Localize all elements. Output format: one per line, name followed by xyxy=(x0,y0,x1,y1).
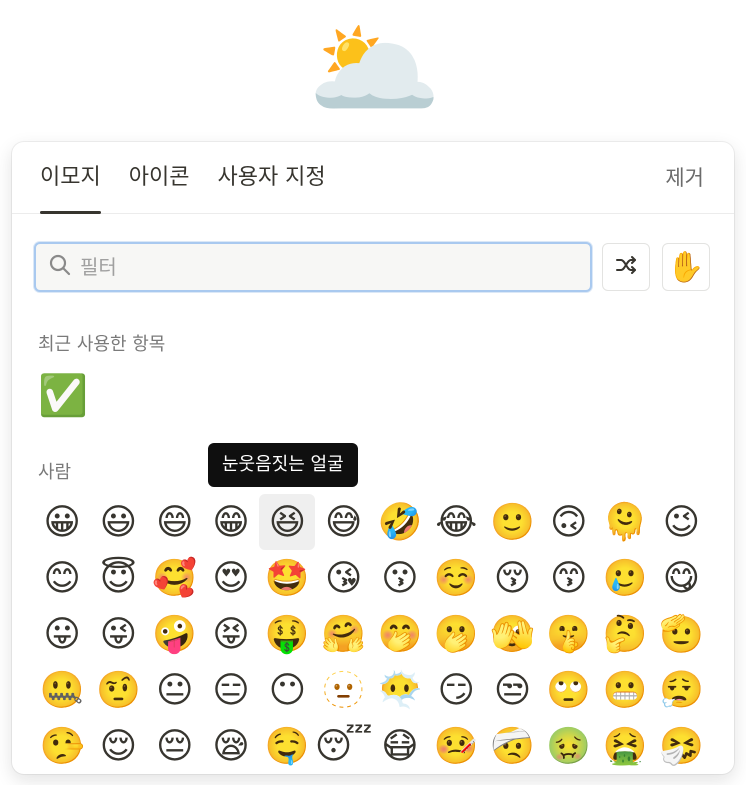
emoji-picker-panel: 이모지 아이콘 사용자 지정 제거 필터 ✋ 최근 사용한 항목 ✅ 사람 😀 … xyxy=(12,142,734,774)
emoji-grid: 😀 😃 😄 😁 😆 😅 🤣 😂 🙂 🙃 🫠 😉 😊 😇 🥰 😍 🤩 😘 😗 ☺️ 😚 😙 🥲 😋 😛 😜 🤪 😝 🤑 🤗 🤭 🫢 🫣 🤫 🤔 🫡 🤐 🤨 😐… xyxy=(34,494,710,774)
emoji-cell[interactable]: 🤫 xyxy=(541,606,597,662)
tab-icons[interactable]: 아이콘 xyxy=(129,142,190,214)
emoji-cell[interactable]: 🤕 xyxy=(484,718,540,774)
emoji-cell[interactable]: 😚 xyxy=(484,550,540,606)
emoji-cell[interactable]: 🙃 xyxy=(541,494,597,550)
emoji-cell[interactable]: 😙 xyxy=(541,550,597,606)
skin-tone-button[interactable]: ✋ xyxy=(662,243,710,291)
emoji-cell[interactable]: 😒 xyxy=(484,662,540,718)
emoji-cell[interactable]: 😁 xyxy=(203,494,259,550)
picker-tabs: 이모지 아이콘 사용자 지정 제거 xyxy=(12,142,734,214)
emoji-cell[interactable]: 🤔 xyxy=(597,606,653,662)
emoji-cell[interactable]: 🤣 xyxy=(372,494,428,550)
raised-hand-icon: ✋ xyxy=(667,249,705,285)
emoji-cell[interactable]: 🫡 xyxy=(653,606,709,662)
emoji-cell[interactable]: 😅 xyxy=(315,494,371,550)
emoji-cell[interactable]: 😏 xyxy=(428,662,484,718)
filter-field[interactable] xyxy=(34,242,592,292)
emoji-cell[interactable]: 🫣 xyxy=(484,606,540,662)
random-emoji-button[interactable] xyxy=(602,243,650,291)
emoji-cell[interactable]: 😜 xyxy=(90,606,146,662)
emoji-cell[interactable]: 😂 xyxy=(428,494,484,550)
emoji-cell[interactable]: 🤢 xyxy=(541,718,597,774)
emoji-cell[interactable]: 🫢 xyxy=(428,606,484,662)
emoji-cell[interactable]: 😘 xyxy=(315,550,371,606)
emoji-cell[interactable]: ☺️ xyxy=(428,550,484,606)
emoji-cell[interactable]: 🙂 xyxy=(484,494,540,550)
recent-emoji[interactable]: ✅ xyxy=(38,370,88,422)
emoji-cell[interactable]: 🤭 xyxy=(372,606,428,662)
emoji-cell[interactable]: 😉 xyxy=(653,494,709,550)
people-section-label: 사람 xyxy=(38,462,72,483)
filter-input[interactable] xyxy=(80,255,560,279)
emoji-cell[interactable]: 😍 xyxy=(203,550,259,606)
tab-emoji[interactable]: 이모지 xyxy=(40,142,101,214)
emoji-cell[interactable]: 🥲 xyxy=(597,550,653,606)
recent-section-label: 최근 사용한 항목 xyxy=(38,334,166,355)
tab-custom[interactable]: 사용자 지정 xyxy=(217,142,325,214)
emoji-cell[interactable]: 😆 xyxy=(259,494,316,550)
emoji-cell[interactable]: 😄 xyxy=(147,494,203,550)
search-row: ✋ xyxy=(34,242,712,292)
remove-button[interactable]: 제거 xyxy=(665,142,704,214)
emoji-cell[interactable]: 😛 xyxy=(34,606,90,662)
emoji-cell[interactable]: 🙄 xyxy=(541,662,597,718)
emoji-cell[interactable]: 😷 xyxy=(372,718,428,774)
emoji-cell[interactable]: 😐 xyxy=(147,662,203,718)
emoji-cell[interactable]: 😶‍🌫️ xyxy=(372,662,428,718)
search-icon xyxy=(48,253,72,281)
emoji-cell[interactable]: 🫥 xyxy=(315,662,371,718)
emoji-cell[interactable]: 🤑 xyxy=(259,606,315,662)
emoji-cell[interactable]: 😌 xyxy=(90,718,146,774)
page-icon[interactable]: 🌥️ xyxy=(300,0,450,140)
emoji-cell[interactable]: 🤒 xyxy=(428,718,484,774)
emoji-cell[interactable]: 😪 xyxy=(203,718,259,774)
emoji-cell[interactable]: 😋 xyxy=(653,550,709,606)
emoji-cell[interactable]: 😬 xyxy=(597,662,653,718)
emoji-cell[interactable]: 🥰 xyxy=(147,550,203,606)
emoji-cell[interactable]: 😇 xyxy=(90,550,146,606)
emoji-cell[interactable]: 😝 xyxy=(203,606,259,662)
emoji-cell[interactable]: 🤮 xyxy=(597,718,653,774)
emoji-cell[interactable]: 🤩 xyxy=(259,550,315,606)
emoji-cell[interactable]: 😔 xyxy=(147,718,203,774)
emoji-cell[interactable]: 😀 xyxy=(34,494,90,550)
emoji-cell[interactable]: 🤗 xyxy=(315,606,371,662)
emoji-cell[interactable]: 🤤 xyxy=(259,718,315,774)
emoji-cell[interactable]: 🫠 xyxy=(597,494,653,550)
emoji-cell[interactable]: 😊 xyxy=(34,550,90,606)
emoji-cell[interactable]: 😃 xyxy=(90,494,146,550)
emoji-cell[interactable]: 😮‍💨 xyxy=(653,662,709,718)
emoji-cell[interactable]: 🤨 xyxy=(90,662,146,718)
emoji-cell[interactable]: 😶 xyxy=(259,662,315,718)
emoji-cell[interactable]: 😑 xyxy=(203,662,259,718)
emoji-cell[interactable]: 🤪 xyxy=(147,606,203,662)
emoji-tooltip: 눈웃음짓는 얼굴 xyxy=(208,443,358,487)
emoji-cell[interactable]: 😗 xyxy=(372,550,428,606)
emoji-cell[interactable]: 🤧 xyxy=(653,718,709,774)
emoji-cell[interactable]: 😴 xyxy=(315,718,371,774)
emoji-cell[interactable]: 🤥 xyxy=(34,718,90,774)
emoji-cell[interactable]: 🤐 xyxy=(34,662,90,718)
shuffle-icon xyxy=(614,253,638,281)
